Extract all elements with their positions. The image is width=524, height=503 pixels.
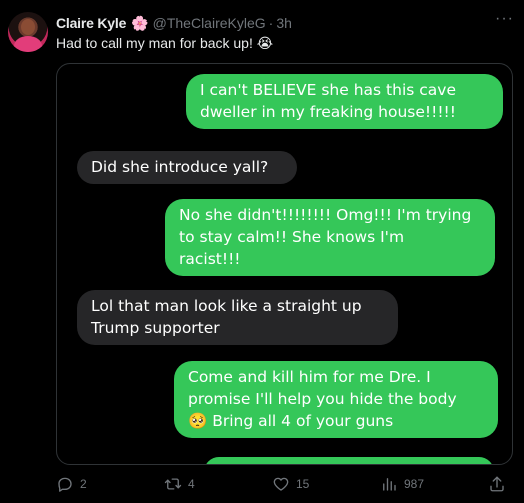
message-bubble-received: Lol that man look like a straight up Tru…: [77, 290, 398, 345]
message-line: I can't BELIEVE she has this cave: [200, 81, 456, 99]
share-icon: [490, 476, 504, 492]
reply-count: 2: [80, 477, 87, 491]
avatar-shirt: [14, 36, 42, 52]
share-button[interactable]: [488, 475, 506, 493]
reply-icon: [58, 477, 72, 492]
views-count: 987: [404, 477, 425, 491]
tweet-header: Claire Kyle 🌸 @TheClaireKyleG · 3h: [56, 14, 292, 32]
message-line: promise I'll help you hide the body: [188, 390, 457, 408]
separator-dot: ·: [268, 15, 274, 31]
reply-button[interactable]: 2: [56, 475, 87, 493]
views-button[interactable]: 987: [380, 475, 424, 493]
crying-emoji: 😭: [256, 35, 274, 51]
message-line: No she didn't!!!!!!!! Omg!!! I'm trying: [179, 206, 472, 224]
retweet-icon: [164, 478, 182, 490]
message-line: racist!!!: [179, 250, 241, 268]
message-line: Come and kill him for me Dre. I: [188, 368, 431, 386]
message-bubble-sent: No she didn't!!!!!!!! Omg!!! I'm trying …: [165, 199, 495, 276]
avatar[interactable]: [8, 12, 48, 52]
retweet-button[interactable]: 4: [164, 475, 195, 493]
tweet-text: Had to call my man for back up! 😭: [56, 35, 273, 52]
message-line: Did she introduce yall?: [91, 158, 269, 176]
retweet-count: 4: [188, 477, 195, 491]
message-line: Trump supporter: [91, 319, 220, 337]
message-line: to stay calm!! She knows I'm: [179, 228, 405, 246]
views-icon: [383, 478, 396, 491]
message-bubble-sent: Come and kill him for me Dre. I promise …: [174, 361, 498, 438]
more-icon[interactable]: ···: [495, 10, 514, 28]
message-bubble-sent-partial: [204, 457, 494, 464]
action-bar: 2 4 15 987: [56, 474, 514, 494]
user-handle[interactable]: @TheClaireKyleG: [153, 15, 266, 31]
like-button[interactable]: 15: [272, 475, 309, 493]
flower-emoji: 🌸: [131, 14, 149, 31]
tweet-card[interactable]: Claire Kyle 🌸 @TheClaireKyleG · 3h ··· H…: [0, 0, 524, 503]
display-name[interactable]: Claire Kyle: [56, 15, 126, 31]
message-line: 🥺 Bring all 4 of your guns: [188, 412, 394, 430]
like-icon: [273, 477, 289, 491]
tweet-media-screenshot[interactable]: I can't BELIEVE she has this cave dwelle…: [56, 63, 513, 465]
message-bubble-sent: I can't BELIEVE she has this cave dwelle…: [186, 74, 503, 129]
avatar-face: [21, 19, 35, 35]
tweet-text-body: Had to call my man for back up!: [56, 35, 253, 51]
message-line: dweller in my freaking house!!!!!: [200, 103, 456, 121]
message-bubble-received: Did she introduce yall?: [77, 151, 297, 184]
timestamp[interactable]: 3h: [276, 15, 292, 31]
like-count: 15: [296, 477, 310, 491]
message-line: Lol that man look like a straight up: [91, 297, 362, 315]
